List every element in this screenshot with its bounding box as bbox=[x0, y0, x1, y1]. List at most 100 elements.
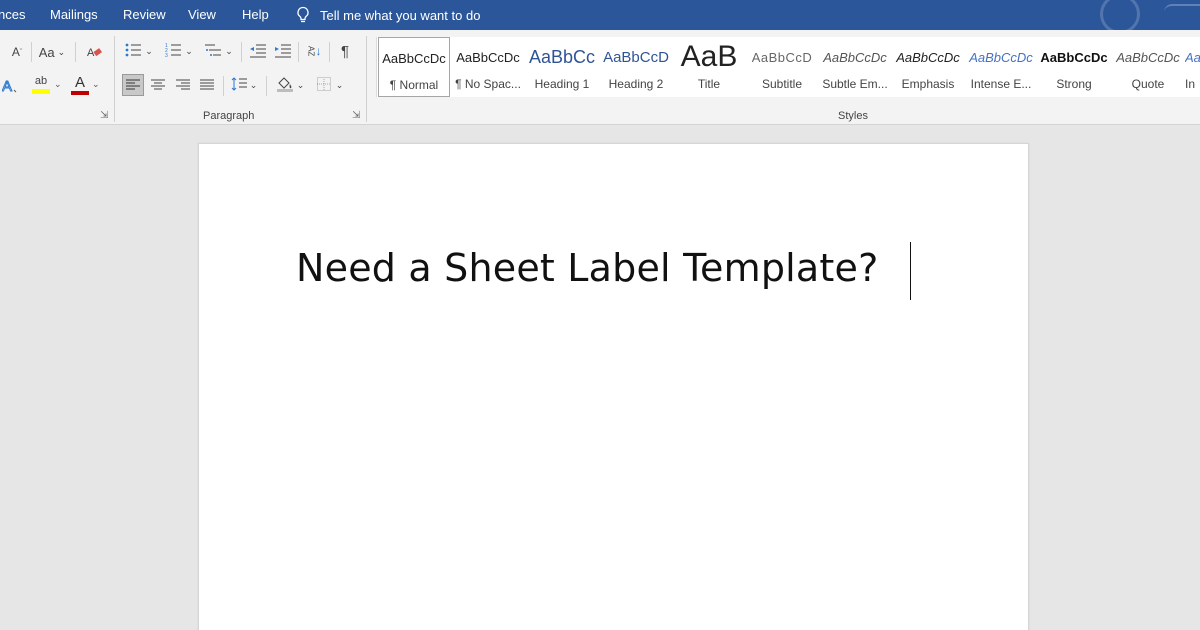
styles-gallery: AaBbCcDc ¶ Normal AaBbCcDc ¶ No Spac... … bbox=[376, 37, 1200, 97]
show-formatting-marks-button[interactable]: ¶ bbox=[335, 40, 355, 62]
style-name: Subtitle bbox=[761, 77, 803, 91]
text-cursor bbox=[910, 242, 911, 300]
style-emphasis[interactable]: AaBbCcDc Emphasis bbox=[892, 37, 964, 97]
font-dialog-launcher-icon[interactable]: ⇲ bbox=[100, 110, 108, 121]
style-name: Strong bbox=[1056, 77, 1092, 91]
font-color-swatch bbox=[71, 90, 89, 95]
decorative-circle-icon bbox=[1100, 0, 1140, 34]
tab-help[interactable]: Help bbox=[242, 0, 269, 30]
shading-button[interactable]: ⌄ bbox=[272, 74, 308, 96]
style-name: Quote bbox=[1131, 77, 1165, 91]
style-name: Heading 2 bbox=[608, 77, 664, 91]
sort-label: AZ bbox=[306, 45, 316, 57]
line-spacing-icon bbox=[231, 76, 247, 94]
increase-indent-icon[interactable] bbox=[272, 40, 294, 62]
style-heading-2[interactable]: AaBbCcD Heading 2 bbox=[600, 37, 672, 97]
paragraph-group-label: Paragraph bbox=[203, 110, 255, 122]
align-center-icon[interactable] bbox=[147, 74, 169, 96]
svg-text:A: A bbox=[2, 78, 12, 94]
style-intense-emphasis[interactable]: AaBbCcDc Intense E... bbox=[965, 37, 1037, 97]
line-spacing-button[interactable]: ⌄ bbox=[228, 74, 260, 96]
numbering-icon: 123 bbox=[165, 43, 182, 60]
style-quote[interactable]: AaBbCcDc Quote bbox=[1112, 37, 1184, 97]
tab-mailings[interactable]: Mailings bbox=[50, 0, 98, 30]
style-heading-1[interactable]: AaBbCc Heading 1 bbox=[526, 37, 598, 97]
divider bbox=[75, 42, 76, 62]
style-preview: Aa bbox=[1185, 49, 1200, 65]
style-title[interactable]: AaB Title bbox=[673, 37, 745, 97]
style-name: Title bbox=[697, 77, 721, 91]
style-preview: AaBbCcDc bbox=[456, 49, 520, 65]
divider bbox=[31, 42, 32, 62]
justify-icon[interactable] bbox=[196, 74, 218, 96]
align-right-icon[interactable] bbox=[172, 74, 194, 96]
divider bbox=[298, 42, 299, 62]
tab-view[interactable]: View bbox=[188, 0, 216, 30]
divider bbox=[223, 76, 224, 96]
group-divider bbox=[366, 36, 367, 122]
svg-text:3: 3 bbox=[165, 53, 168, 57]
decorative-arc-icon bbox=[1164, 4, 1200, 14]
change-case-button[interactable]: Aa ⌄ bbox=[37, 42, 67, 62]
highlight-color-button[interactable]: ab ⌄ bbox=[27, 74, 62, 96]
style-preview: AaBbCc bbox=[528, 46, 596, 67]
align-left-button[interactable] bbox=[122, 74, 144, 96]
style-name: Emphasis bbox=[901, 77, 955, 91]
document-page[interactable]: Need a Sheet Label Template? bbox=[198, 143, 1029, 630]
style-normal[interactable]: AaBbCcDc ¶ Normal bbox=[378, 37, 450, 97]
style-name: Intense E... bbox=[970, 77, 1032, 91]
style-preview: AaBbCcDc bbox=[896, 49, 960, 65]
font-color-label: A bbox=[74, 73, 85, 91]
tell-me-text: Tell me what you want to do bbox=[320, 7, 481, 23]
style-name: Heading 1 bbox=[534, 77, 590, 91]
ribbon: Aˇ Aa ⌄ A A ab ⌄ A ⌄ ⇲ ⌄ 123 ⌄ ⌄ AZ ↓ ¶ … bbox=[0, 30, 1200, 125]
numbering-button[interactable]: 123 ⌄ bbox=[162, 40, 196, 62]
style-name: ¶ No Spac... bbox=[455, 77, 521, 91]
style-strong[interactable]: AaBbCcDc Strong bbox=[1038, 37, 1110, 97]
styles-group-label: Styles bbox=[838, 110, 868, 122]
lightbulb-icon bbox=[296, 6, 310, 24]
bullets-icon bbox=[125, 43, 142, 60]
style-preview: AaB bbox=[680, 40, 738, 73]
ribbon-tab-bar: nces Mailings Review View Help Tell me w… bbox=[0, 0, 1200, 34]
style-name: In bbox=[1185, 77, 1196, 91]
highlight-swatch bbox=[32, 89, 50, 94]
tab-review[interactable]: Review bbox=[123, 0, 166, 30]
clear-formatting-icon[interactable]: A bbox=[84, 42, 104, 62]
style-no-spacing[interactable]: AaBbCcDc ¶ No Spac... bbox=[452, 37, 524, 97]
change-case-label: Aa bbox=[38, 44, 55, 60]
paint-bucket-icon bbox=[276, 76, 294, 95]
borders-button[interactable]: ⌄ bbox=[312, 74, 348, 96]
text-effects-icon[interactable]: A bbox=[0, 74, 22, 96]
divider bbox=[329, 42, 330, 62]
shrink-font-label: A bbox=[11, 45, 20, 59]
bullets-button[interactable]: ⌄ bbox=[122, 40, 156, 62]
align-left-icon bbox=[126, 79, 140, 90]
tab-references[interactable]: nces bbox=[0, 0, 25, 30]
paragraph-dialog-launcher-icon[interactable]: ⇲ bbox=[352, 110, 360, 121]
font-color-button[interactable]: A ⌄ bbox=[66, 73, 100, 96]
document-text[interactable]: Need a Sheet Label Template? bbox=[296, 246, 878, 290]
style-intense-quote[interactable]: Aa In bbox=[1185, 37, 1200, 97]
style-preview: AaBbCcDc bbox=[382, 50, 446, 66]
style-name: ¶ Normal bbox=[389, 78, 439, 92]
style-preview: AaBbCcDc bbox=[823, 49, 887, 65]
divider bbox=[266, 76, 267, 96]
multilevel-list-icon bbox=[205, 43, 222, 60]
shrink-font-button[interactable]: Aˇ bbox=[8, 42, 26, 62]
svg-text:A: A bbox=[87, 47, 95, 59]
style-name: Subtle Em... bbox=[822, 77, 888, 91]
decrease-indent-icon[interactable] bbox=[247, 40, 269, 62]
style-subtitle[interactable]: AaBbCcD Subtitle bbox=[746, 37, 818, 97]
group-divider bbox=[114, 36, 115, 122]
sort-button[interactable]: AZ ↓ bbox=[303, 40, 325, 62]
borders-icon bbox=[316, 76, 331, 94]
tell-me-search[interactable]: Tell me what you want to do bbox=[296, 0, 480, 30]
sort-icon: AZ ↓ bbox=[306, 44, 322, 58]
style-preview: AaBbCcDc bbox=[1116, 49, 1180, 65]
divider bbox=[241, 42, 242, 62]
style-subtle-emphasis[interactable]: AaBbCcDc Subtle Em... bbox=[819, 37, 891, 97]
highlight-label: ab bbox=[34, 75, 48, 87]
multilevel-list-button[interactable]: ⌄ bbox=[202, 40, 236, 62]
style-preview: AaBbCcD bbox=[603, 48, 669, 66]
